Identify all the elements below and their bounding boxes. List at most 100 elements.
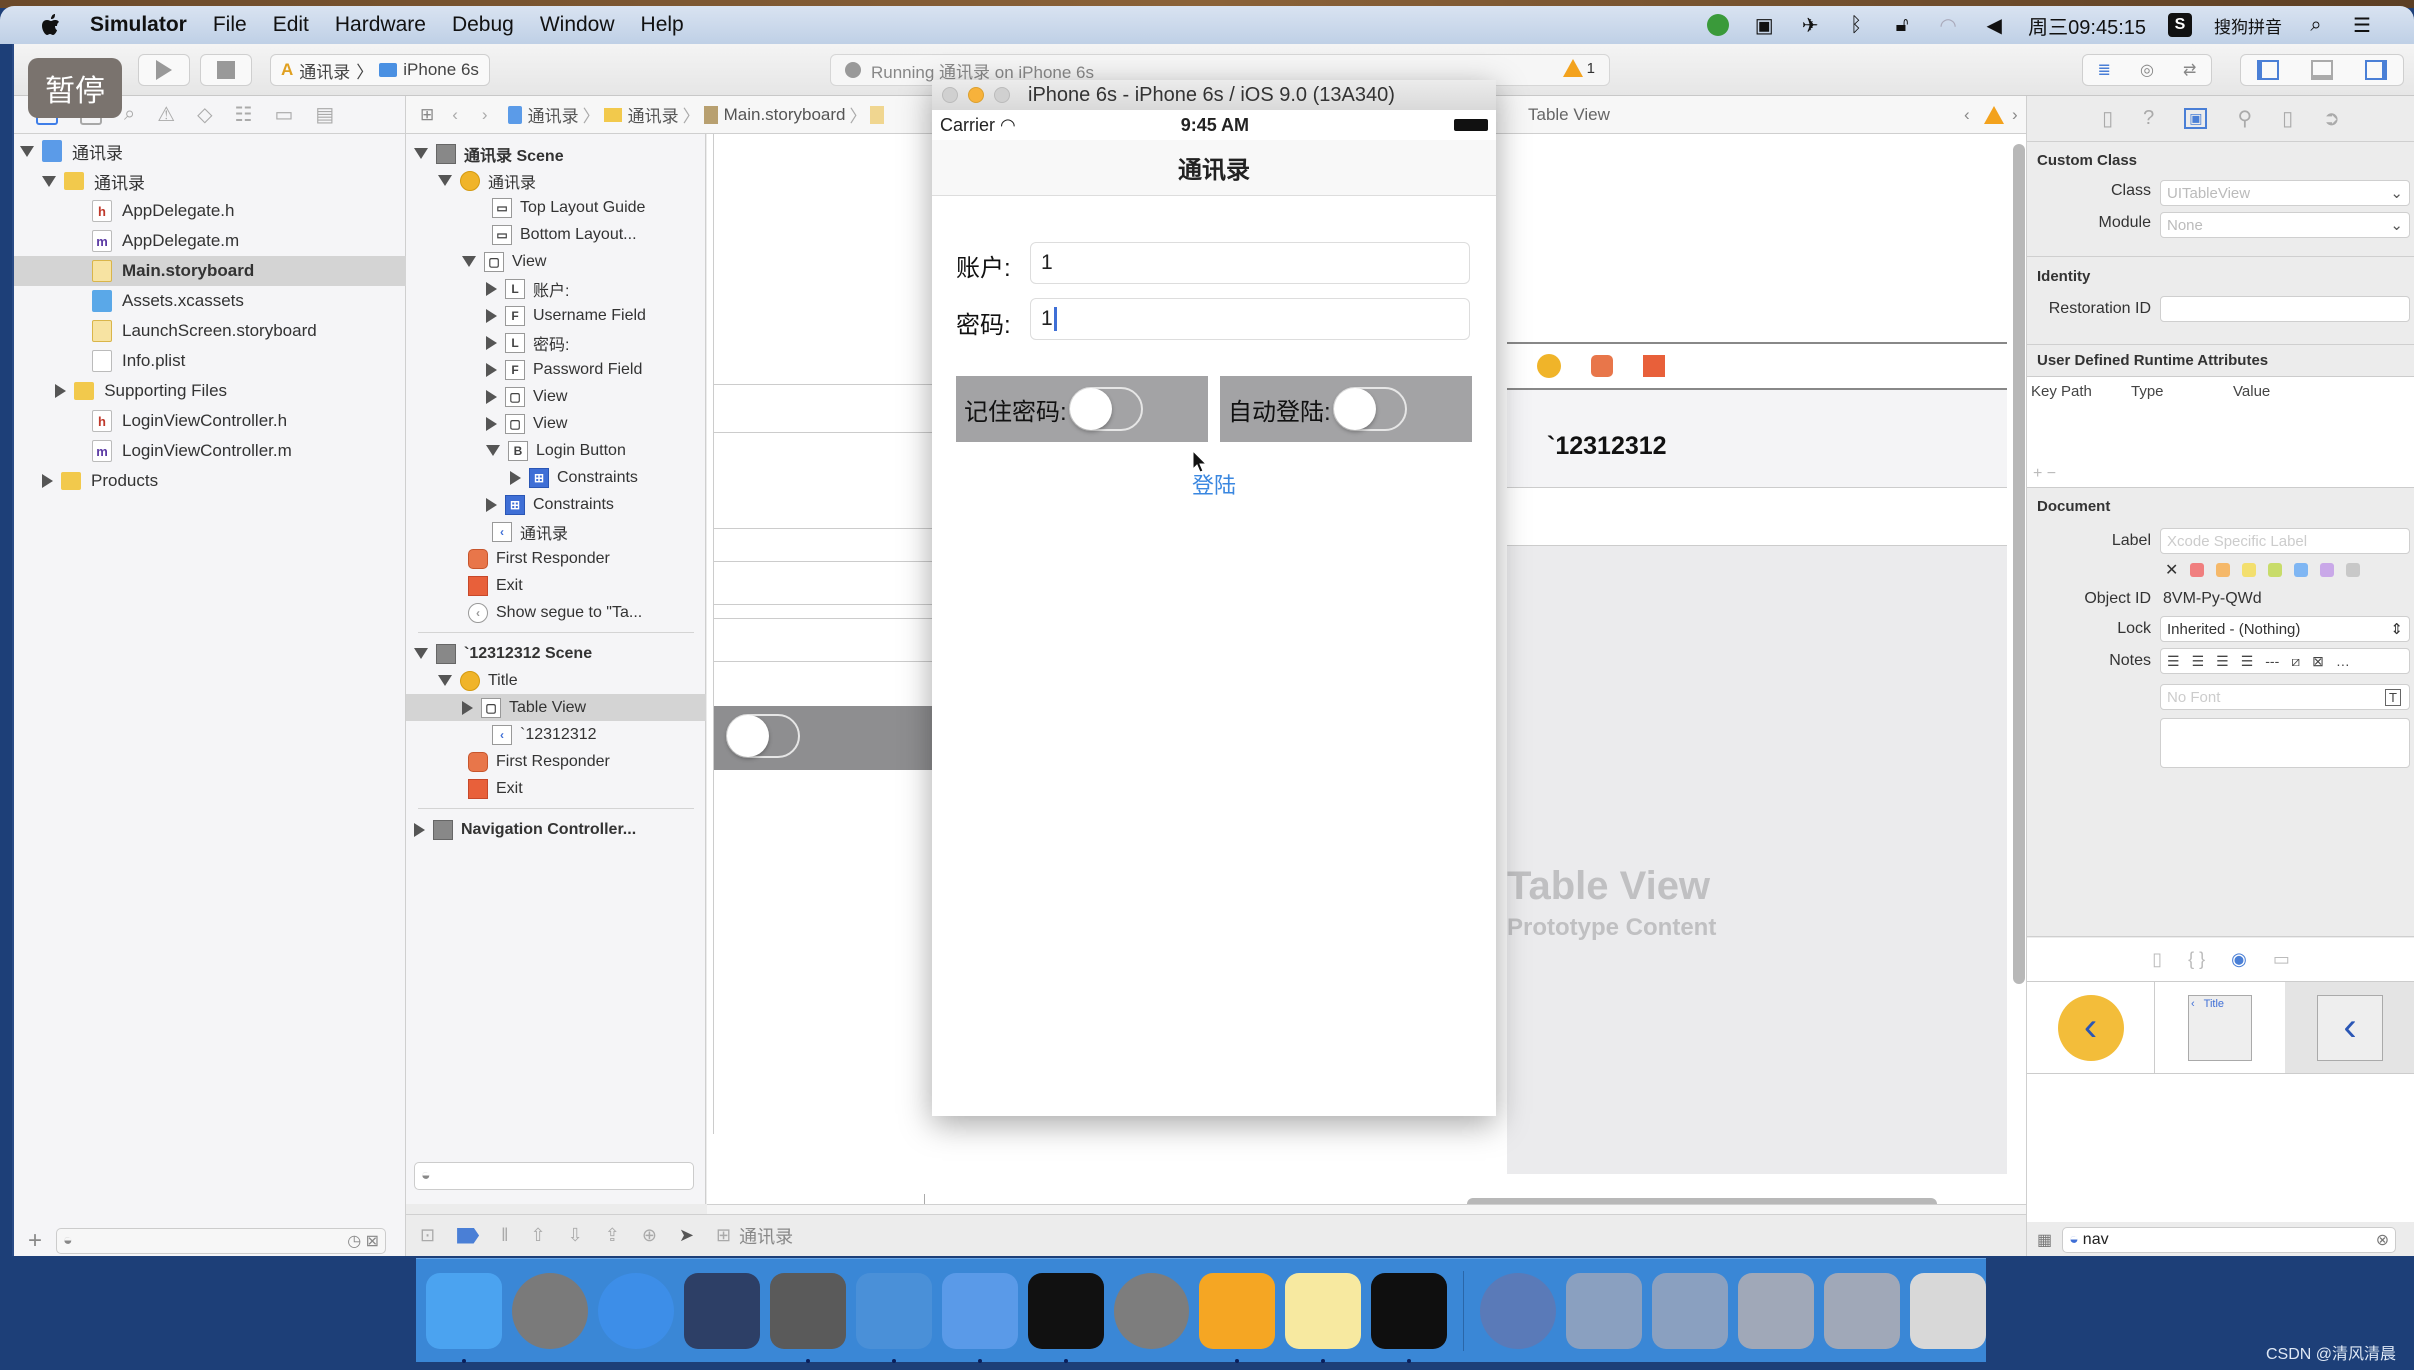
disclosure-triangle-icon[interactable] [486,389,497,404]
outline-item[interactable]: 通讯录 [406,167,706,194]
volume-icon[interactable]: ◀ [1982,13,2006,37]
file-inspector-icon[interactable]: ▯ [2102,106,2113,131]
toggle-utilities-icon[interactable] [2365,60,2387,80]
lock-select[interactable]: Inherited - (Nothing) ⇕ [2160,616,2410,642]
account-field[interactable]: 1 [1030,242,1470,284]
disclosure-triangle-icon[interactable] [42,474,53,488]
quick-help-icon[interactable]: ? [2143,107,2154,130]
restoration-id-field[interactable] [2160,296,2410,322]
outline-item[interactable]: ▭ Top Layout Guide [406,194,706,221]
outline-item[interactable]: Exit [406,775,706,802]
disclosure-triangle-icon[interactable] [462,700,473,715]
disclosure-triangle-icon[interactable] [486,308,497,323]
menu-clock[interactable]: 周三09:45:15 [2028,11,2146,40]
outline-filter-field[interactable]: ◒ [414,1162,694,1190]
grid-view-icon[interactable]: ▦ [2037,1230,2052,1250]
menu-simulator[interactable]: Simulator [90,13,187,37]
font-picker-icon[interactable]: T [2385,688,2401,706]
notes-textarea[interactable] [2160,718,2410,768]
instastats-icon[interactable] [1706,13,1730,37]
disclosure-triangle-icon[interactable] [20,145,34,157]
menu-edit[interactable]: Edit [273,13,309,37]
outline-item[interactable]: ▢ View [406,248,706,275]
outline-item[interactable]: L 密码: [406,329,706,356]
disclosure-triangle-icon[interactable] [438,175,452,186]
outline-item[interactable]: B Login Button [406,437,706,464]
disclosure-triangle-icon[interactable] [486,281,497,296]
airplane-icon[interactable]: ✈ [1798,13,1822,37]
disclosure-triangle-icon[interactable] [414,648,428,659]
outline-item[interactable]: ▢ Table View [406,694,706,721]
outline-item[interactable]: Navigation Controller... [406,816,706,843]
outline-item[interactable]: `12312312 Scene [406,640,706,667]
login-scene-preview[interactable] [713,134,944,1204]
file-tree-item[interactable]: h LoginViewController.h [14,406,406,436]
outline-item[interactable]: F Username Field [406,302,706,329]
size-inspector-icon[interactable]: ▯ [2282,106,2293,131]
find-navigator-tab-icon[interactable]: ⌕ [124,103,135,126]
breakpoints-toggle-icon[interactable] [457,1227,480,1244]
add-file-icon[interactable]: + [28,1227,42,1255]
version-editor-icon[interactable]: ⇄ [2183,60,2196,80]
crumb-storyboard[interactable]: Main.storyboard [724,105,846,125]
library-item-navigation-bar[interactable]: ‹ Title [2155,982,2285,1074]
label-color-swatch[interactable] [2320,563,2335,577]
disclosure-triangle-icon[interactable] [510,470,521,485]
view-debugger-icon[interactable]: ⊕ [642,1225,657,1246]
module-field[interactable]: None ⌄ [2160,212,2410,238]
disclosure-triangle-icon[interactable] [486,416,497,431]
back-nav-icon[interactable]: ‹ [452,105,458,125]
file-tree-item[interactable]: Info.plist [14,346,406,376]
menu-window[interactable]: Window [540,13,615,37]
label-color-swatch[interactable] [2346,563,2361,577]
dock-trash-icon[interactable] [1909,1272,1986,1349]
connections-inspector-icon[interactable]: ➲ [2323,106,2340,131]
step-into-icon[interactable]: ⇩ [568,1225,583,1246]
file-template-library-icon[interactable]: ▯ [2152,949,2162,970]
disclosure-triangle-icon[interactable] [414,822,425,837]
previous-issue-icon[interactable]: ‹ [1964,105,1970,125]
exit-icon[interactable] [1643,355,1665,377]
file-tree-item[interactable]: h AppDelegate.h [14,196,406,226]
dock-screenshot-2-icon[interactable] [1652,1272,1729,1349]
navigator-filter-field[interactable]: ◒ ◷ ⊠ [56,1228,387,1254]
menu-help[interactable]: Help [641,13,684,37]
no-color-icon[interactable]: ⧄ [2291,653,2300,670]
runtime-attributes-table[interactable]: Key Path Type Value + − [2027,376,2414,488]
outline-item[interactable]: Exit [406,572,706,599]
dock-launchpad-icon[interactable] [511,1272,588,1349]
debug-navigator-tab-icon[interactable]: ☷ [235,102,253,127]
clear-search-icon[interactable]: ⊗ [2376,1230,2389,1250]
step-out-icon[interactable]: ⇪ [605,1225,620,1246]
attributes-inspector-icon[interactable]: ⚲ [2237,106,2252,131]
zoom-button[interactable] [994,87,1010,103]
dock-console-icon[interactable] [1371,1272,1448,1363]
outline-item[interactable]: F Password Field [406,356,706,383]
forward-nav-icon[interactable]: › [482,105,488,125]
pause-execution-icon[interactable]: ‖ [501,1225,508,1246]
file-tree-item[interactable]: 通讯录 [14,136,406,166]
assistant-editor-icon[interactable]: ◎ [2140,60,2154,80]
lock-icon[interactable]: 🔓︎ [1890,13,1914,37]
dock-screenshot-1-icon[interactable] [1566,1272,1643,1349]
screen-record-icon[interactable]: ▣ [1752,13,1776,37]
chevron-down-icon[interactable]: ⌄ [2390,216,2403,234]
outline-item[interactable]: ‹ 通讯录 [406,518,706,545]
library-item-navigation-controller[interactable]: ‹ [2027,982,2155,1074]
menu-debug[interactable]: Debug [452,13,514,37]
auto-login-switch[interactable] [1332,387,1407,431]
crumb-folder[interactable]: 通讯录 [628,102,679,127]
password-field[interactable]: 1 [1030,298,1470,340]
dock-finder-icon[interactable] [426,1272,502,1363]
table-view-scene[interactable]: `12312312 Table View Prototype Content [1507,134,2007,1174]
report-navigator-tab-icon[interactable]: ▤ [315,102,334,127]
minimize-button[interactable] [968,87,984,103]
notification-center-icon[interactable]: ☰ [2350,13,2374,37]
outline-item[interactable]: ▢ View [406,410,706,437]
doc-label-field[interactable]: Xcode Specific Label [2160,528,2410,554]
file-tree-item[interactable]: Assets.xcassets [14,286,406,316]
close-button[interactable] [942,87,958,103]
dock-sketch-icon[interactable] [1199,1272,1276,1363]
disclosure-triangle-icon[interactable] [438,675,452,686]
align-right-icon[interactable]: ☰ [2216,653,2229,670]
